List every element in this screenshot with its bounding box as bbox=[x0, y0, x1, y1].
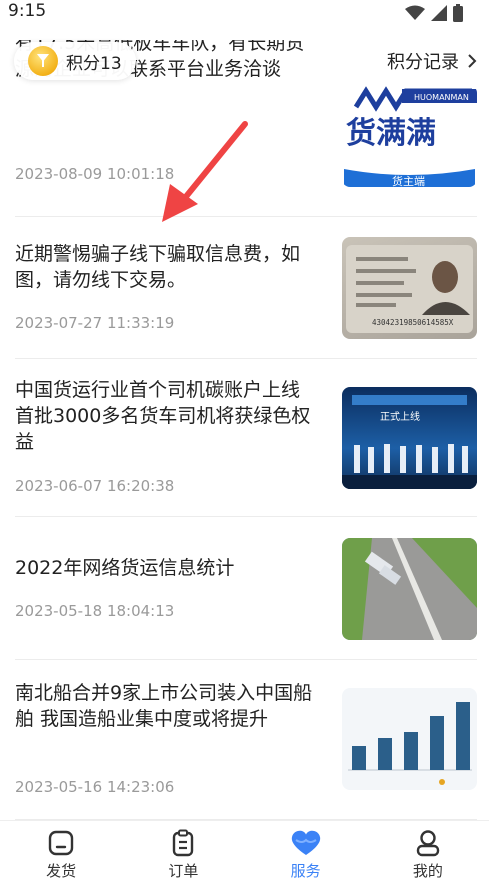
launch-event-image: 正式上线 bbox=[342, 395, 477, 489]
item-title: 中国货运行业首个司机碳账户上线 首批3000多名货车司机将获绿色权益 bbox=[15, 379, 311, 453]
id-number: 43042319850614585X bbox=[372, 318, 454, 327]
highway-image bbox=[342, 538, 477, 640]
list-item[interactable]: 中国货运行业首个司机碳账户上线 首批3000多名货车司机将获绿色权益 2023-… bbox=[15, 359, 477, 517]
bottom-tab-bar: 发货 订单 服务 我的 bbox=[0, 820, 489, 882]
clipboard-icon bbox=[173, 829, 194, 857]
brand-cn: 货满满 bbox=[346, 116, 436, 151]
thumbnail bbox=[342, 538, 477, 640]
brand-en: HUOMANMAN bbox=[414, 93, 469, 102]
ship-goods-icon bbox=[48, 830, 74, 856]
item-title: 近期警惕骗子线下骗取信息费，如图，请勿线下交易。 bbox=[15, 243, 301, 291]
tab-label: 我的 bbox=[412, 862, 443, 880]
item-title: 2022年网络货运信息统计 bbox=[15, 557, 235, 579]
tab-ship[interactable]: 发货 bbox=[0, 821, 122, 882]
item-date: 2023-07-27 11:33:19 bbox=[15, 314, 175, 332]
item-date: 2023-05-18 18:04:13 bbox=[15, 602, 175, 620]
tab-label: 服务 bbox=[290, 862, 321, 880]
banner-text: 正式上线 bbox=[380, 410, 420, 423]
points-records-link[interactable]: 积分记录 bbox=[387, 48, 477, 74]
status-bar: 9:15 bbox=[0, 0, 489, 26]
signal-icon bbox=[431, 5, 447, 21]
wifi-icon bbox=[405, 5, 425, 20]
item-date: 2023-05-16 14:23:06 bbox=[15, 778, 175, 796]
list-item[interactable]: 2022年网络货运信息统计 2023-05-18 18:04:13 bbox=[15, 517, 477, 660]
item-title: 南北船合并9家上市公司装入中国船舶 我国造船业集中度或将提升 bbox=[15, 682, 313, 730]
points-label: 积分13 bbox=[66, 53, 122, 74]
thumbnail bbox=[342, 688, 477, 790]
item-date: 2023-06-07 16:20:38 bbox=[15, 477, 175, 495]
tab-mine[interactable]: 我的 bbox=[367, 821, 489, 882]
tab-service[interactable]: 服务 bbox=[245, 821, 367, 882]
status-icons bbox=[405, 4, 463, 22]
thumbnail: HUOMANMAN 货满满 货主端 bbox=[342, 85, 477, 187]
person-icon bbox=[416, 830, 440, 857]
status-time: 9:15 bbox=[8, 1, 47, 21]
thumbnail: 正式上线 bbox=[342, 387, 477, 489]
shipbuilding-chart-image bbox=[348, 702, 472, 785]
list-item[interactable]: 南北船合并9家上市公司装入中国船舶 我国造船业集中度或将提升 2023-05-1… bbox=[15, 660, 477, 820]
list-item[interactable]: 近期警惕骗子线下骗取信息费，如图，请勿线下交易。 2023-07-27 11:3… bbox=[15, 217, 477, 359]
brand-sub: 货主端 bbox=[392, 174, 425, 187]
chevron-right-icon bbox=[468, 54, 477, 68]
tab-label: 发货 bbox=[46, 862, 77, 880]
id-card-image: 43042319850614585X bbox=[346, 245, 473, 333]
thumbnail: 43042319850614585X bbox=[342, 237, 477, 339]
huomanman-logo: HUOMANMAN 货满满 货主端 bbox=[344, 86, 477, 187]
heart-icon bbox=[291, 830, 320, 855]
records-label: 积分记录 bbox=[387, 52, 459, 73]
annotation-arrow bbox=[162, 121, 248, 222]
points-badge[interactable]: 积分13 bbox=[14, 42, 136, 80]
coin-icon bbox=[28, 46, 58, 76]
tab-label: 订单 bbox=[168, 862, 199, 880]
battery-icon bbox=[453, 4, 463, 22]
tab-orders[interactable]: 订单 bbox=[122, 821, 244, 882]
